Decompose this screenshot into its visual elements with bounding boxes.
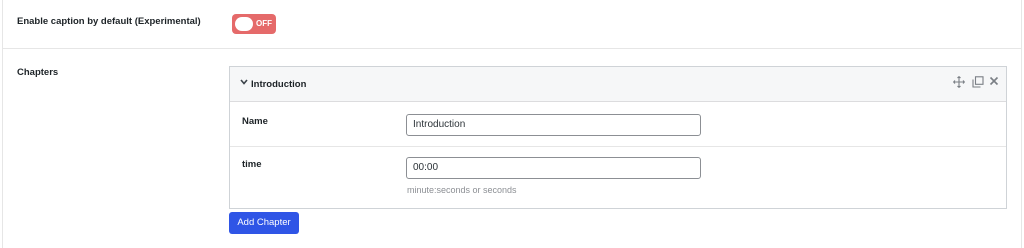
time-field-row: time 00:00 minute:seconds or seconds (230, 148, 1006, 209)
time-input[interactable]: 00:00 (406, 157, 701, 179)
time-hint: minute:seconds or seconds (407, 185, 517, 195)
add-chapter-button[interactable]: Add Chapter (229, 212, 299, 234)
chapter-title: Introduction (251, 79, 307, 90)
name-field-row: Name Introduction (230, 103, 1006, 147)
chapter-header[interactable]: Introduction (230, 67, 1006, 102)
caption-toggle[interactable]: OFF (232, 14, 276, 34)
chapter-item: Introduction Name Introduction time 00:0… (229, 66, 1007, 209)
toggle-state-text: OFF (256, 19, 272, 28)
chapters-label: Chapters (17, 67, 59, 78)
name-input[interactable]: Introduction (406, 114, 701, 136)
duplicate-icon[interactable] (971, 76, 985, 90)
toggle-knob (235, 17, 253, 31)
caption-setting-row: Enable caption by default (Experimental)… (3, 0, 1021, 49)
close-icon[interactable] (987, 76, 1001, 90)
caption-setting-label: Enable caption by default (Experimental) (17, 16, 201, 27)
chevron-down-icon[interactable] (240, 78, 248, 88)
move-icon[interactable] (952, 76, 966, 90)
time-label: time (242, 159, 262, 170)
name-label: Name (242, 116, 268, 127)
